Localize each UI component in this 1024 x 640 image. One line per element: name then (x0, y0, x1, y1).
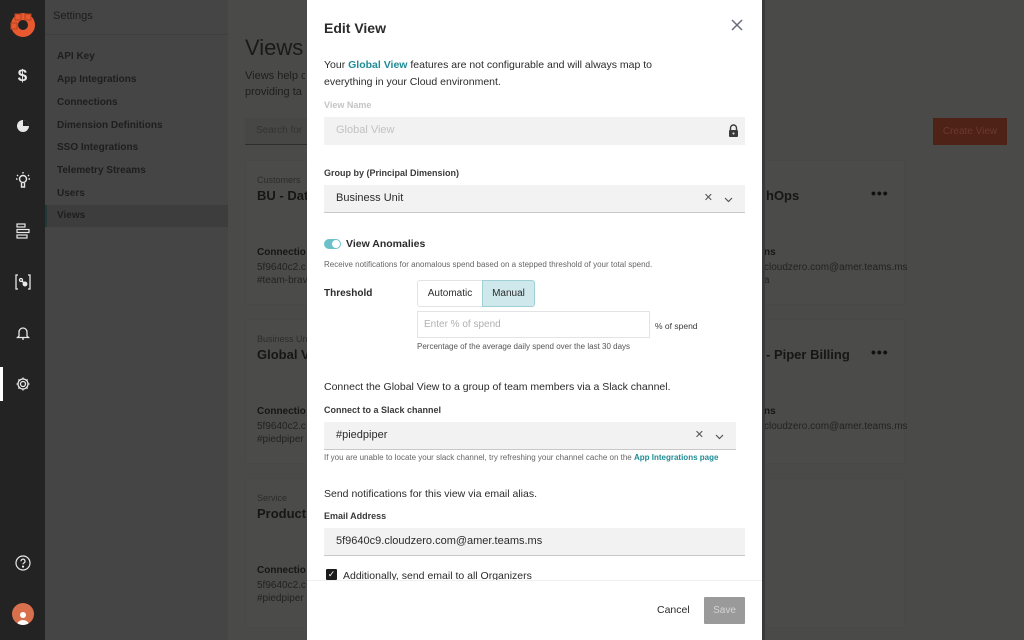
more-options-icon[interactable]: ••• (871, 185, 889, 201)
percent-spend-input[interactable]: Enter % of spend (417, 311, 650, 338)
pie-chart-icon[interactable] (0, 114, 45, 138)
list-icon[interactable] (0, 219, 45, 243)
card-type: Service (257, 493, 288, 503)
card-connections-label-right: ns (764, 247, 776, 258)
card-connections-label: Connectio (257, 406, 306, 417)
dollar-icon[interactable]: $ (0, 64, 45, 88)
settings-title: Settings (53, 10, 93, 22)
card-connection-slack: #piedpiper (257, 434, 304, 445)
card-name-right: - Piper Billing (766, 347, 850, 362)
chevron-down-icon[interactable] (715, 431, 724, 443)
lightbulb-icon[interactable] (0, 168, 45, 192)
card-connection-email: 5f9640c2.c (257, 262, 306, 273)
cancel-button[interactable]: Cancel (657, 604, 690, 616)
card-type: Business Unit (257, 334, 313, 344)
view-name-field: Global View (324, 117, 745, 145)
nav-item-dimension-definitions[interactable]: Dimension Definitions (57, 120, 163, 131)
card-connection-email: 5f9640c2.c (257, 421, 306, 432)
view-name-label: View Name (324, 100, 372, 110)
view-name-value: Global View (336, 124, 395, 136)
slack-intro: Connect the Global View to a group of te… (324, 381, 671, 393)
desc-line-1: Views help c (245, 70, 305, 82)
card-name: BU - Dat (257, 188, 309, 203)
page-title: Views (245, 35, 304, 60)
clear-icon[interactable]: ✕ (704, 191, 713, 204)
gear-icon[interactable] (0, 372, 45, 396)
global-view-link: Global View (348, 59, 408, 71)
nav-item-app-integrations[interactable]: App Integrations (57, 74, 136, 85)
nav-item-users[interactable]: Users (57, 188, 85, 199)
slack-help-text: If you are unable to locate your slack c… (324, 453, 634, 462)
save-button[interactable]: Save (704, 597, 745, 624)
organizers-checkbox[interactable]: ✓ (326, 569, 337, 580)
percent-spend-help: Percentage of the average daily spend ov… (417, 342, 631, 351)
email-intro: Send notifications for this view via ema… (324, 488, 538, 500)
search-input[interactable]: Search for (245, 118, 315, 145)
card-connection-email-right: cloudzero.com@amer.teams.ms (764, 262, 908, 273)
group-by-select[interactable]: Business Unit ✕ (324, 185, 745, 213)
card-connection-slack: #piedpiper (257, 593, 304, 604)
modal-title: Edit View (324, 20, 386, 36)
anomalies-help: Receive notifications for anomalous spen… (324, 260, 653, 269)
lock-icon (728, 124, 739, 140)
chevron-down-icon[interactable] (724, 194, 733, 206)
settings-nav (45, 0, 228, 640)
view-anomalies-toggle[interactable] (324, 239, 341, 249)
bracket-node-icon[interactable] (0, 270, 45, 294)
view-anomalies-label: View Anomalies (346, 238, 426, 250)
card-type: Customers (257, 175, 301, 185)
modal-edge (762, 0, 765, 640)
slack-channel-select[interactable]: #piedpiper ✕ (324, 422, 736, 450)
bell-icon[interactable] (0, 321, 45, 345)
nav-item-sso-integrations[interactable]: SSO Integrations (57, 142, 138, 153)
edit-view-modal: Edit View Your Global View features are … (307, 0, 762, 640)
threshold-label: Threshold (324, 288, 373, 299)
user-avatar-icon[interactable] (0, 603, 45, 625)
card-connection-email-right: cloudzero.com@amer.teams.ms (764, 421, 908, 432)
threshold-manual-button[interactable]: Manual (482, 280, 535, 307)
slack-channel-value: #piedpiper (336, 429, 388, 441)
app-integrations-link[interactable]: App Integrations page (634, 453, 718, 462)
slack-help: If you are unable to locate your slack c… (324, 453, 718, 462)
email-address-label: Email Address (324, 511, 387, 521)
card-name: Global V (257, 347, 310, 362)
organizers-label: Additionally, send email to all Organize… (343, 570, 532, 580)
card-connections-label: Connectio (257, 247, 306, 258)
percent-spend-suffix: % of spend (655, 321, 698, 331)
intro-prefix: Your (324, 59, 349, 71)
card-connection-slack: #team-brav (257, 275, 308, 286)
create-view-button[interactable]: Create View (933, 118, 1007, 145)
card-name: Product (257, 506, 307, 521)
help-icon[interactable] (0, 551, 45, 575)
card-name-right: hOps (766, 188, 800, 203)
clear-icon[interactable]: ✕ (695, 428, 704, 441)
email-address-value: 5f9640c9.cloudzero.com@amer.teams.ms (336, 535, 543, 547)
modal-footer: Cancel Save (307, 580, 762, 640)
email-address-input[interactable]: 5f9640c9.cloudzero.com@amer.teams.ms (324, 528, 745, 556)
modal-body: Edit View Your Global View features are … (307, 0, 762, 580)
group-by-label: Group by (Principal Dimension) (324, 168, 460, 178)
modal-intro: Your Global View features are not config… (324, 57, 684, 91)
card-connections-label-right: ns (764, 406, 776, 417)
nav-item-views[interactable]: Views (57, 210, 85, 221)
nav-item-connections[interactable]: Connections (57, 97, 118, 108)
app-rail: $ (0, 0, 45, 640)
page-description: Views help c providing ta (245, 68, 305, 100)
group-by-value: Business Unit (336, 192, 404, 204)
slack-channel-label: Connect to a Slack channel (324, 405, 442, 415)
nav-item-api-key[interactable]: API Key (57, 51, 95, 62)
desc-line-2: providing ta (245, 86, 302, 98)
cloudzero-logo-icon[interactable] (0, 8, 45, 42)
more-options-icon[interactable]: ••• (871, 344, 889, 360)
divider (45, 34, 228, 35)
nav-item-telemetry-streams[interactable]: Telemetry Streams (57, 165, 146, 176)
close-icon[interactable] (728, 16, 746, 34)
card-connection-email: 5f9640c2.c (257, 580, 306, 591)
threshold-automatic-button[interactable]: Automatic (417, 280, 482, 307)
card-connections-label: Connectio (257, 565, 306, 576)
